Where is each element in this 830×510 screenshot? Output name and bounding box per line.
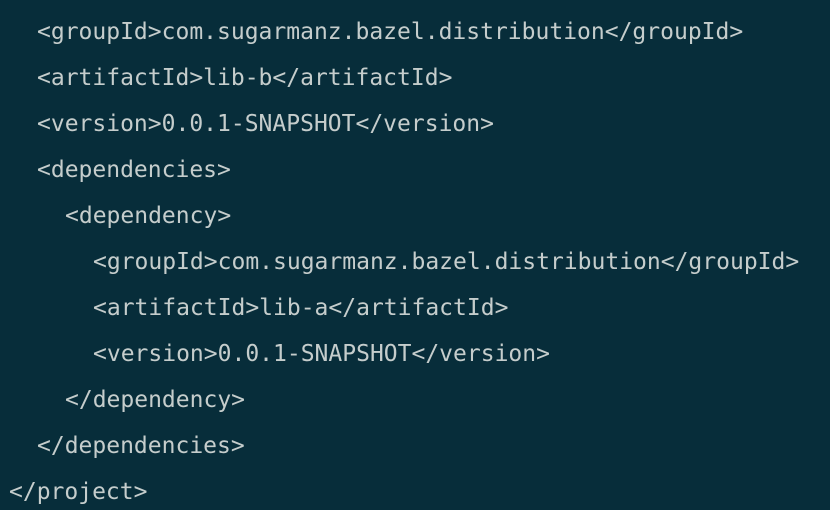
code-line: <version>0.0.1-SNAPSHOT</version> (93, 341, 550, 367)
code-line: <groupId>com.sugarmanz.bazel.distributio… (93, 249, 800, 275)
code-line: </project> (9, 479, 148, 505)
code-line: <dependency> (65, 203, 232, 229)
code-line: <dependencies> (37, 157, 231, 183)
code-line: <artifactId>lib-b</artifactId> (37, 65, 453, 91)
code-line: <groupId>com.sugarmanz.bazel.distributio… (37, 19, 744, 45)
code-view: <groupId>com.sugarmanz.bazel.distributio… (0, 0, 830, 510)
code-line: </dependencies> (37, 433, 245, 459)
code-line: </dependency> (65, 387, 246, 413)
code-line: <version>0.0.1-SNAPSHOT</version> (37, 111, 494, 137)
code-line: <artifactId>lib-a</artifactId> (93, 295, 509, 321)
